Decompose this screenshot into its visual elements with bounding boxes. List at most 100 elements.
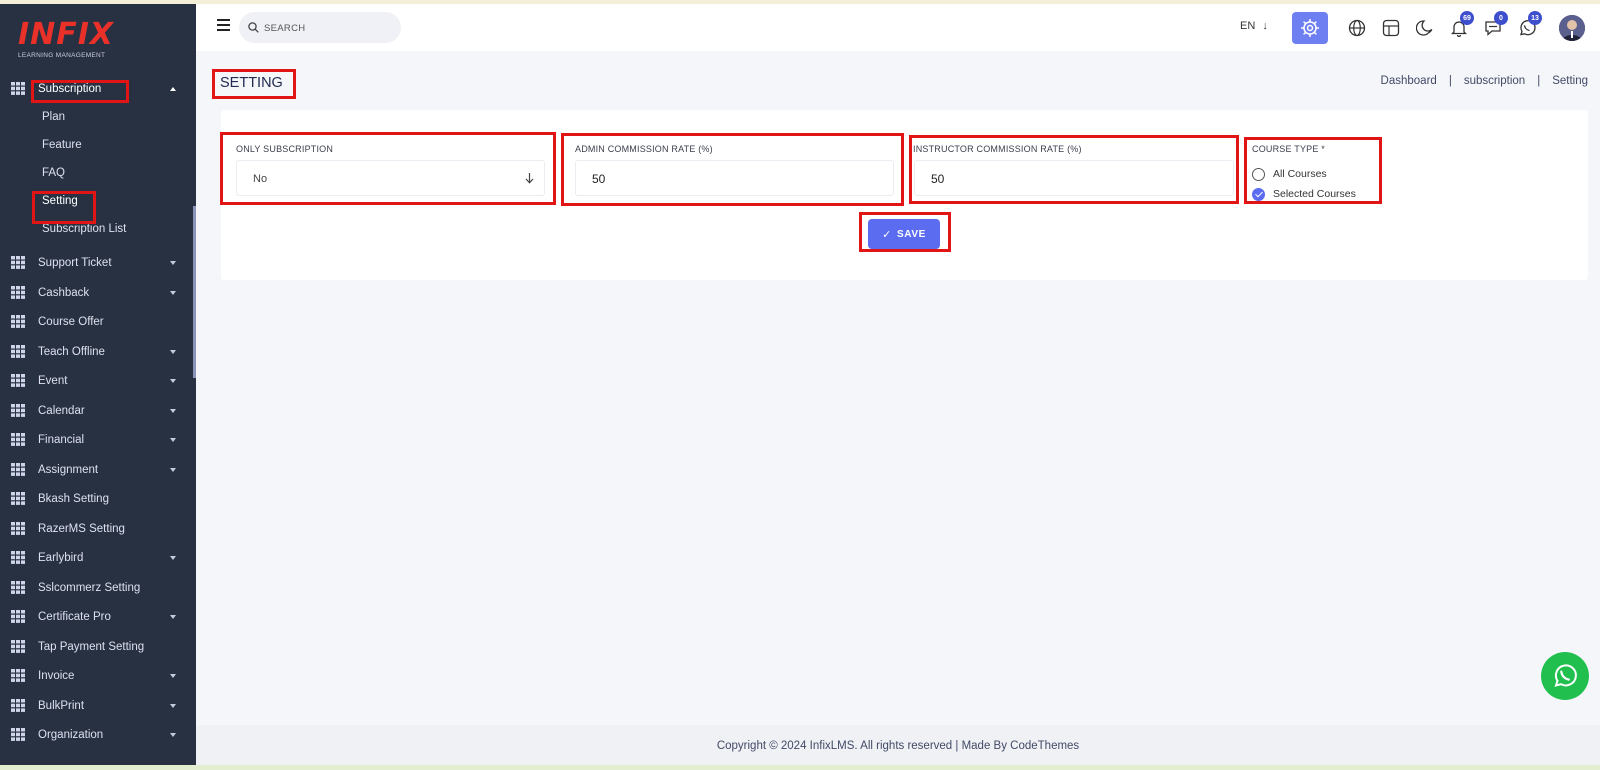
instructor-commission-input[interactable]: 50: [914, 160, 1234, 196]
caret-down-icon: [170, 556, 176, 560]
arrow-down-icon: ↓: [1262, 20, 1268, 32]
sidebar-item-event[interactable]: Event: [0, 368, 196, 394]
sidebar-item-label: Sslcommerz Setting: [38, 581, 141, 594]
grid-icon: [11, 551, 25, 564]
sidebar-item-label: Assignment: [38, 463, 99, 476]
sidebar-item-label: Event: [38, 375, 68, 387]
instructor-commission-label: INSTRUCTOR COMMISSION RATE (%): [913, 144, 1082, 154]
sidebar-item-earlybird[interactable]: Earlybird: [0, 545, 196, 571]
logo[interactable]: INFIX LEARNING MANAGEMENT: [18, 20, 118, 64]
sidebar-item-razerms-setting[interactable]: RazerMS Setting: [0, 516, 196, 542]
sidebar-item-organization[interactable]: Organization: [0, 722, 196, 748]
website-globe-button[interactable]: [1342, 13, 1372, 43]
whatsapp-icon: [1554, 664, 1577, 687]
sidebar-item-course-offer[interactable]: Course Offer: [0, 309, 196, 335]
grid-icon: [11, 728, 25, 741]
caret-up-icon: [170, 87, 176, 91]
sidebar-item-label: Financial: [38, 434, 85, 446]
notifications-button[interactable]: 69: [1444, 11, 1474, 43]
grid-icon: [11, 492, 25, 505]
sidebar-item-label: Course Offer: [38, 316, 104, 328]
sidebar-subitem-feature[interactable]: Feature: [42, 139, 82, 151]
sidebar-item-calendar[interactable]: Calendar: [0, 398, 196, 424]
dark-mode-button[interactable]: [1410, 13, 1440, 43]
sidebar-item-subscription[interactable]: Subscription: [0, 76, 196, 102]
sidebar-item-label: Tap Payment Setting: [38, 640, 145, 653]
instructor-commission-value: 50: [931, 172, 945, 186]
language-selector[interactable]: EN ↓: [1240, 20, 1268, 32]
caret-down-icon: [170, 408, 176, 413]
sidebar-item-sslcommerz-setting[interactable]: Sslcommerz Setting: [0, 575, 196, 601]
grid-icon: [11, 315, 25, 328]
grid-icon: [11, 344, 25, 358]
sidebar-item-invoice[interactable]: Invoice: [0, 663, 196, 689]
sidebar-item-label: BulkPrint: [38, 699, 85, 712]
breadcrumb-dashboard[interactable]: Dashboard: [1381, 75, 1437, 87]
sidebar-item-label: Invoice: [38, 670, 75, 682]
sidebar-subitem-setting[interactable]: Setting: [42, 195, 78, 207]
sidebar-subitem-plan[interactable]: Plan: [42, 111, 65, 123]
caret-down-icon: [170, 674, 176, 678]
avatar[interactable]: [1559, 15, 1585, 41]
arrow-down-icon: [525, 173, 534, 184]
radio-unchecked-icon[interactable]: [1252, 167, 1265, 181]
messages-button[interactable]: 0: [1478, 11, 1508, 43]
caret-down-icon: [170, 349, 176, 354]
logo-tagline: LEARNING MANAGEMENT: [18, 52, 106, 59]
sidebar-item-assignment[interactable]: Assignment: [0, 457, 196, 483]
sidebar-item-label: Bkash Setting: [38, 493, 109, 505]
notifications-badge: 69: [1460, 11, 1474, 25]
grid-icon: [11, 374, 25, 387]
sidebar-item-label: Cashback: [38, 286, 90, 299]
caret-down-icon: [170, 733, 176, 737]
save-button-label: SAVE: [896, 228, 926, 240]
search-input[interactable]: SEARCH: [239, 12, 401, 43]
grid-icon: [11, 462, 25, 476]
sidebar-subitem-subscription-list[interactable]: Subscription List: [42, 223, 126, 235]
caret-down-icon: [170, 703, 176, 708]
grid-icon: [11, 403, 25, 417]
caret-down-icon: [170, 290, 176, 295]
course-type-option-selected[interactable]: Selected Courses: [1252, 186, 1356, 202]
grid-icon: [11, 433, 25, 446]
sidebar-item-tap-payment-setting[interactable]: Tap Payment Setting: [0, 634, 196, 660]
check-icon: ✓: [882, 228, 892, 241]
radio-checked-icon[interactable]: [1252, 187, 1265, 201]
hamburger-menu-icon[interactable]: [217, 19, 230, 31]
layout-button[interactable]: [1376, 13, 1406, 43]
search-icon: [248, 22, 259, 33]
whatsapp-header-button[interactable]: 13: [1512, 11, 1542, 43]
sidebar-item-label: Teach Offline: [38, 345, 105, 358]
sidebar-item-cashback[interactable]: Cashback: [0, 280, 196, 306]
settings-gear-button[interactable]: [1292, 12, 1328, 44]
sidebar-item-financial[interactable]: Financial: [0, 427, 196, 453]
logo-brand: INFIX: [18, 17, 115, 52]
whatsapp-float-button[interactable]: [1541, 652, 1589, 700]
admin-commission-label: ADMIN COMMISSION RATE (%): [575, 144, 713, 154]
course-type-option-all[interactable]: All Courses: [1252, 166, 1327, 182]
top-header: SEARCH EN ↓ 69 0 13: [196, 4, 1600, 51]
only-subscription-select[interactable]: No: [236, 160, 545, 196]
sidebar-item-support-ticket[interactable]: Support Ticket: [0, 250, 196, 276]
sidebar-item-label: Subscription: [38, 83, 102, 95]
admin-commission-input[interactable]: 50: [575, 160, 894, 196]
save-button[interactable]: ✓ SAVE: [868, 219, 940, 249]
grid-icon: [11, 698, 25, 712]
sidebar-subitem-faq[interactable]: FAQ: [42, 167, 65, 179]
breadcrumb-subscription[interactable]: subscription: [1464, 75, 1525, 87]
sidebar-item-bkash-setting[interactable]: Bkash Setting: [0, 486, 196, 512]
sidebar-item-certificate-pro[interactable]: Certificate Pro: [0, 604, 196, 630]
sidebar-item-bulkprint[interactable]: BulkPrint: [0, 693, 196, 719]
sidebar-item-label: Support Ticket: [38, 257, 112, 269]
page-title: SETTING: [220, 75, 283, 91]
sidebar-item-label: RazerMS Setting: [38, 522, 125, 535]
bottom-border: [0, 765, 1600, 770]
grid-icon: [11, 521, 25, 535]
caret-down-icon: [170, 379, 176, 383]
course-type-all-label: All Courses: [1273, 168, 1327, 180]
course-type-selected-label: Selected Courses: [1273, 188, 1356, 200]
sidebar-item-label: Earlybird: [38, 552, 84, 564]
sidebar-item-teach-offline[interactable]: Teach Offline: [0, 339, 196, 365]
sidebar-scrollbar[interactable]: [193, 206, 196, 378]
breadcrumb: Dashboard | subscription | Setting: [1380, 75, 1588, 87]
